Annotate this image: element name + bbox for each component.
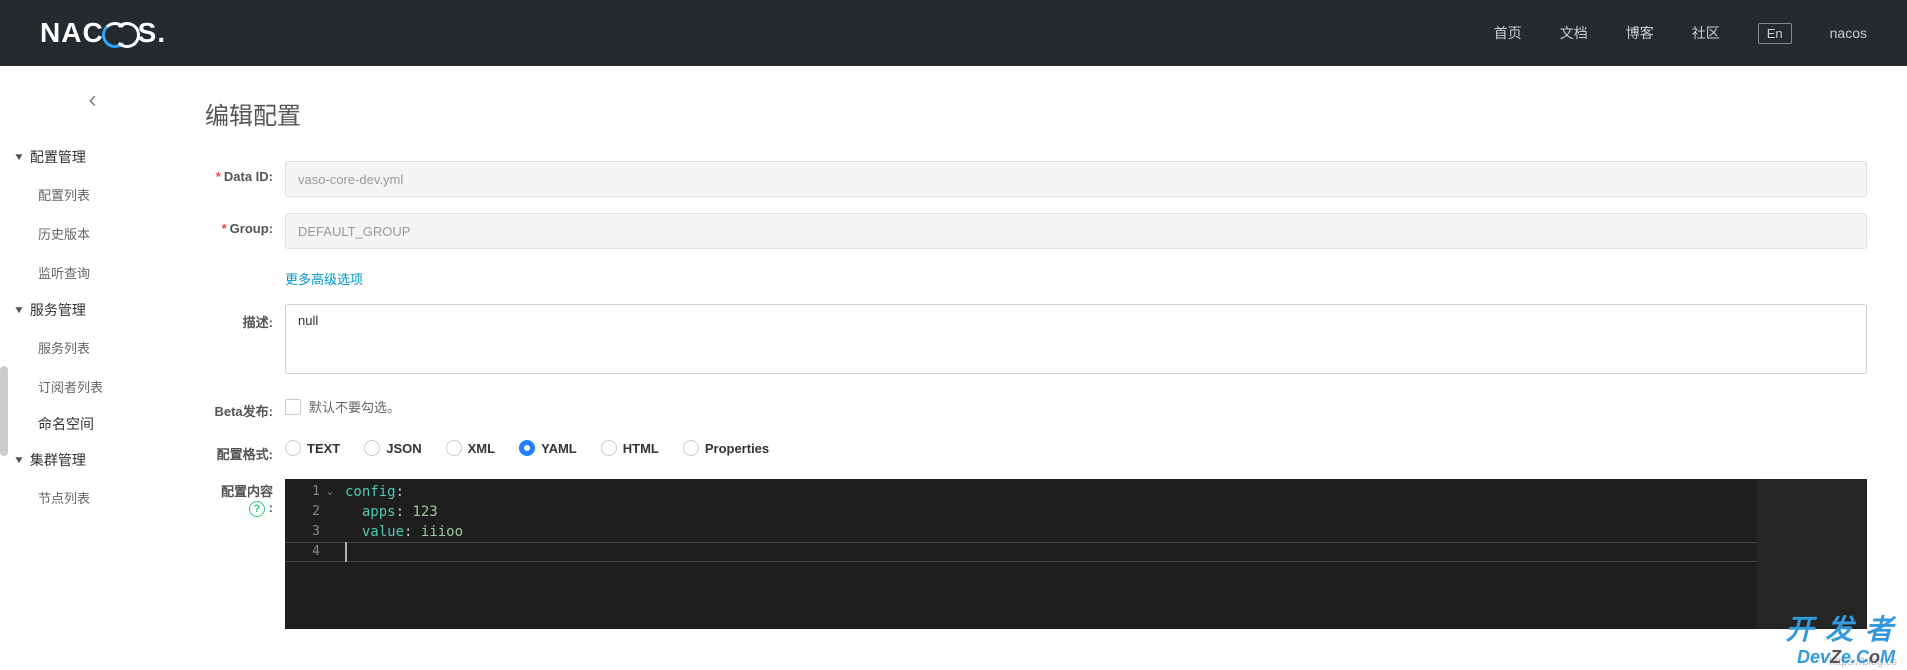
nav-blog[interactable]: 博客 — [1626, 23, 1654, 43]
menu-item-subscribers[interactable]: 订阅者列表 — [0, 367, 185, 406]
fold-icon[interactable]: ⌄ — [327, 482, 333, 502]
radio-label: TEXT — [307, 441, 340, 456]
data-id-input — [285, 161, 1867, 197]
beta-hint: 默认不要勾选。 — [309, 397, 400, 416]
watermark-en: DevZe.CoM — [1797, 647, 1895, 668]
menu-group-cluster: ▼集群管理 节点列表 — [0, 442, 185, 517]
page-title: 编辑配置 — [205, 96, 1907, 131]
format-radio-group: TEXT JSON XML YAML HTML Properties — [285, 436, 1867, 456]
back-icon[interactable]: ‹ — [0, 86, 185, 114]
menu-group-config: ▼配置管理 配置列表 历史版本 监听查询 — [0, 139, 185, 292]
radio-label: XML — [468, 441, 495, 456]
nav-community[interactable]: 社区 — [1692, 23, 1720, 43]
label-content: 配置内容? : — [205, 479, 285, 517]
label-format: 配置格式: — [205, 436, 285, 463]
label-desc: 描述: — [205, 304, 285, 331]
radio-icon — [446, 440, 462, 456]
beta-checkbox[interactable] — [285, 399, 301, 415]
radio-label: YAML — [541, 441, 577, 456]
menu-item-namespace[interactable]: 命名空间 — [0, 406, 185, 442]
format-radio-html[interactable]: HTML — [601, 440, 659, 456]
label-beta: Beta发布: — [205, 393, 285, 420]
caret-down-icon: ▼ — [13, 152, 25, 163]
menu-item-history[interactable]: 历史版本 — [0, 214, 185, 253]
editor-minimap[interactable] — [1757, 479, 1867, 629]
sidebar-scrollbar[interactable] — [0, 366, 8, 456]
radio-icon — [285, 440, 301, 456]
nav-home[interactable]: 首页 — [1494, 23, 1522, 43]
description-textarea[interactable]: null — [285, 304, 1867, 374]
logo-loop-icon — [102, 22, 140, 44]
logo[interactable]: NACS. — [40, 17, 166, 49]
format-radio-text[interactable]: TEXT — [285, 440, 340, 456]
user-label[interactable]: nacos — [1830, 25, 1867, 41]
format-radio-json[interactable]: JSON — [364, 440, 421, 456]
radio-icon — [364, 440, 380, 456]
top-header: NACS. 首页 文档 博客 社区 En nacos — [0, 0, 1907, 66]
menu-title-cluster[interactable]: ▼集群管理 — [0, 442, 185, 478]
caret-down-icon: ▼ — [13, 455, 25, 466]
radio-label: Properties — [705, 441, 769, 456]
menu-item-node-list[interactable]: 节点列表 — [0, 478, 185, 517]
format-radio-properties[interactable]: Properties — [683, 440, 769, 456]
nav-docs[interactable]: 文档 — [1560, 23, 1588, 43]
code-editor[interactable]: 1234 ⌄ config: apps: 123 value: iiioo — [285, 479, 1867, 629]
lang-toggle-button[interactable]: En — [1758, 23, 1792, 44]
editor-code[interactable]: config: apps: 123 value: iiioo — [345, 482, 463, 542]
menu-title-service[interactable]: ▼服务管理 — [0, 292, 185, 328]
sidebar: ‹ ▼配置管理 配置列表 历史版本 监听查询 ▼服务管理 服务列表 订阅者列表 … — [0, 66, 185, 670]
caret-down-icon: ▼ — [13, 305, 25, 316]
watermark-cn: 开 发 者 — [1785, 608, 1895, 648]
help-icon[interactable]: ? — [249, 501, 265, 517]
advanced-options-link[interactable]: 更多高级选项 — [285, 265, 363, 288]
radio-icon — [601, 440, 617, 456]
label-data-id: *Data ID: — [205, 161, 285, 184]
menu-item-listening[interactable]: 监听查询 — [0, 253, 185, 292]
radio-label: JSON — [386, 441, 421, 456]
header-nav: 首页 文档 博客 社区 En nacos — [1494, 23, 1867, 44]
radio-label: HTML — [623, 441, 659, 456]
format-radio-xml[interactable]: XML — [446, 440, 495, 456]
radio-icon — [683, 440, 699, 456]
radio-icon — [519, 440, 535, 456]
menu-item-config-list[interactable]: 配置列表 — [0, 175, 185, 214]
label-group: *Group: — [205, 213, 285, 236]
format-radio-yaml[interactable]: YAML — [519, 440, 577, 456]
group-input — [285, 213, 1867, 249]
menu-item-service-list[interactable]: 服务列表 — [0, 328, 185, 367]
editor-active-line — [285, 542, 1757, 562]
editor-cursor — [345, 542, 347, 562]
menu-group-service: ▼服务管理 服务列表 订阅者列表 — [0, 292, 185, 406]
main-content: 编辑配置 *Data ID: *Group: 更多高级选项 描述: null B… — [185, 66, 1907, 670]
menu-title-config[interactable]: ▼配置管理 — [0, 139, 185, 175]
